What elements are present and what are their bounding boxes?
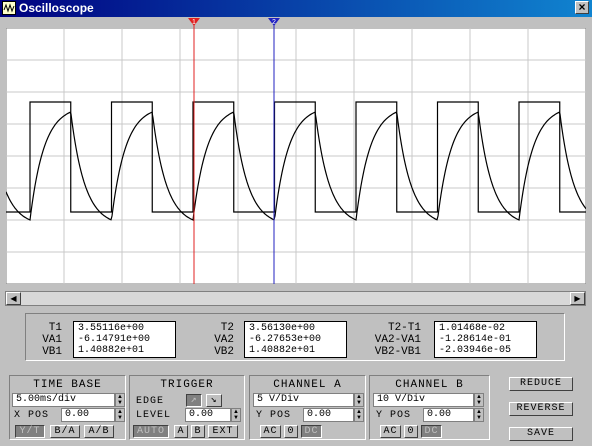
- ab-button[interactable]: A/B: [84, 425, 114, 438]
- channel-b-ypos-input[interactable]: 0.00: [423, 408, 474, 422]
- channel-b-ypos-spinner[interactable]: ▲ ▼: [474, 408, 484, 422]
- save-button[interactable]: SAVE: [509, 427, 573, 441]
- horizontal-scrollbar[interactable]: ◀ ▶: [5, 291, 586, 306]
- window-title: Oscilloscope: [19, 1, 94, 15]
- readout-label: VB2-VB1: [374, 346, 421, 358]
- cursor-1-handle: [188, 18, 200, 26]
- readout-right-values: 1.01468e-02 -1.28614e-01 -2.03946e-05: [434, 321, 537, 358]
- channel-b-title: CHANNEL B: [395, 379, 464, 391]
- reverse-button[interactable]: REVERSE: [509, 402, 573, 416]
- channel-b-scale-select[interactable]: 10 V/Div: [373, 393, 474, 407]
- channel-a-ypos-spinner[interactable]: ▲ ▼: [354, 408, 364, 422]
- close-button[interactable]: ×: [575, 1, 589, 14]
- readout-mid-values: 3.56130e+00 -6.27653e+00 1.40882e+01: [244, 321, 347, 358]
- title-bar: Oscilloscope ×: [0, 0, 592, 17]
- cursor-2-handle: [268, 18, 280, 26]
- readout-value: -6.14791e+00: [78, 334, 151, 345]
- edge-label: EDGE: [136, 396, 165, 407]
- trigger-a-button[interactable]: A: [174, 425, 188, 438]
- channel-a-title: CHANNEL A: [273, 379, 342, 391]
- trigger-b-button[interactable]: B: [191, 425, 205, 438]
- readout-label: VB2: [214, 346, 234, 358]
- scroll-left-button[interactable]: ◀: [6, 292, 21, 305]
- timebase-spinner[interactable]: ▲ ▼: [115, 393, 125, 407]
- readout-label: VB1: [42, 346, 62, 358]
- readout-value: 3.56130e+00: [249, 323, 316, 334]
- yt-button[interactable]: Y/T: [15, 425, 45, 438]
- level-input[interactable]: 0.00: [185, 408, 231, 422]
- channel-a-ypos-input[interactable]: 0.00: [303, 408, 354, 422]
- scope-screen: [6, 28, 586, 284]
- timebase-title: TIME BASE: [33, 379, 102, 391]
- channel-a-dc-button[interactable]: DC: [301, 425, 322, 438]
- readout-label: VA2-VA1: [374, 334, 421, 346]
- channel-b-zero-button[interactable]: 0: [404, 425, 418, 438]
- oscilloscope-app-icon: [2, 1, 16, 15]
- readout-value: 1.01468e-02: [439, 323, 506, 334]
- trigger-auto-button[interactable]: AUTO: [133, 425, 169, 438]
- channel-a-scale-spinner[interactable]: ▲ ▼: [354, 393, 364, 407]
- channel-a-zero-button[interactable]: 0: [284, 425, 298, 438]
- arrow-left-icon: ◀: [10, 294, 17, 303]
- scope-display: [6, 28, 586, 284]
- cursor-2-label: 2: [272, 19, 276, 26]
- xpos-label: X POS: [14, 410, 50, 421]
- channel-a-scale-select[interactable]: 5 V/Div: [253, 393, 354, 407]
- readout-left-values: 3.55116e+00 -6.14791e+00 1.40882e+01: [73, 321, 176, 358]
- level-label: LEVEL: [136, 410, 172, 421]
- channel-b-dc-button[interactable]: DC: [421, 425, 442, 438]
- readout-label: VA2: [214, 334, 234, 346]
- channel-b-group: CHANNEL B 10 V/Div ▲ ▼ Y POS 0.00 ▲ ▼ AC 0…: [369, 375, 490, 440]
- xpos-spinner[interactable]: ▲ ▼: [115, 408, 125, 422]
- close-icon: ×: [578, 0, 586, 14]
- arrow-right-icon: ▶: [574, 294, 581, 303]
- readout-label: VA1: [42, 334, 62, 346]
- falling-edge-icon: ↘: [210, 395, 218, 406]
- trigger-ext-button[interactable]: EXT: [208, 425, 238, 438]
- cursor-1-label: 1: [192, 19, 196, 26]
- scroll-right-button[interactable]: ▶: [570, 292, 585, 305]
- channel-b-scale-spinner[interactable]: ▲ ▼: [474, 393, 484, 407]
- cursor-readout-panel: T1 VA1 VB1 3.55116e+00 -6.14791e+00 1.40…: [25, 313, 565, 361]
- reduce-button[interactable]: REDUCE: [509, 377, 573, 391]
- trigger-title: TRIGGER: [160, 379, 214, 391]
- readout-label: T2: [220, 322, 234, 334]
- channel-a-ypos-label: Y POS: [256, 410, 292, 421]
- rising-edge-icon: ↗: [190, 395, 198, 406]
- readout-value: 3.55116e+00: [78, 323, 145, 334]
- ba-button[interactable]: B/A: [50, 425, 80, 438]
- channel-b-ypos-label: Y POS: [376, 410, 412, 421]
- channel-a-group: CHANNEL A 5 V/Div ▲ ▼ Y POS 0.00 ▲ ▼ AC 0 …: [249, 375, 366, 440]
- rising-edge-button[interactable]: ↗: [186, 394, 202, 407]
- channel-b-ac-button[interactable]: AC: [380, 425, 401, 438]
- readout-label: T2-T1: [387, 322, 421, 334]
- readout-value: 1.40882e+01: [249, 345, 316, 356]
- timebase-group: TIME BASE 5.00ms/div ▲ ▼ X POS 0.00 ▲ ▼ Y/…: [9, 375, 126, 440]
- channel-a-ac-button[interactable]: AC: [260, 425, 281, 438]
- readout-value: -2.03946e-05: [439, 345, 512, 356]
- readout-value: 1.40882e+01: [78, 345, 145, 356]
- xpos-input[interactable]: 0.00: [61, 408, 115, 422]
- falling-edge-button[interactable]: ↘: [206, 394, 222, 407]
- readout-value: -6.27653e+00: [249, 334, 322, 345]
- timebase-select[interactable]: 5.00ms/div: [12, 393, 115, 407]
- level-spinner[interactable]: ▲ ▼: [231, 408, 241, 422]
- trigger-group: TRIGGER EDGE ↗ ↘ LEVEL 0.00 ▲ ▼ AUTO A B …: [129, 375, 245, 440]
- readout-label: T1: [48, 322, 62, 334]
- readout-value: -1.28614e-01: [439, 334, 512, 345]
